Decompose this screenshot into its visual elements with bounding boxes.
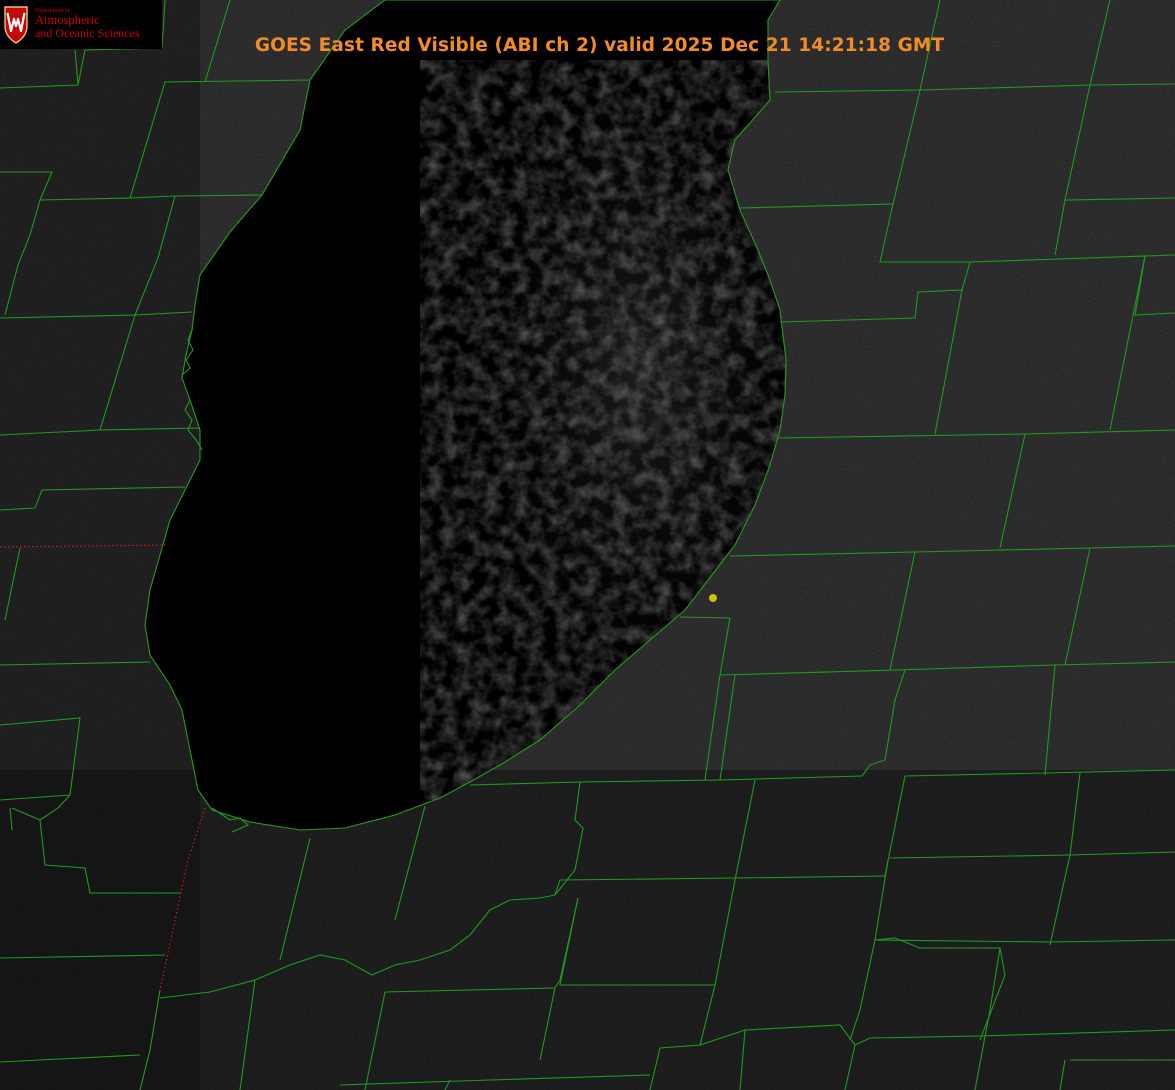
image-title: GOES East Red Visible (ABI ch 2) valid 2… (0, 35, 1175, 56)
location-marker (709, 594, 717, 602)
logo-line-1: Atmospheric (35, 13, 100, 27)
satellite-image: Department of Atmospheric and Oceanic Sc… (0, 0, 1175, 1090)
title-text: GOES East Red Visible (ABI ch 2) valid 2… (254, 35, 945, 56)
map-canvas (0, 0, 1175, 1090)
